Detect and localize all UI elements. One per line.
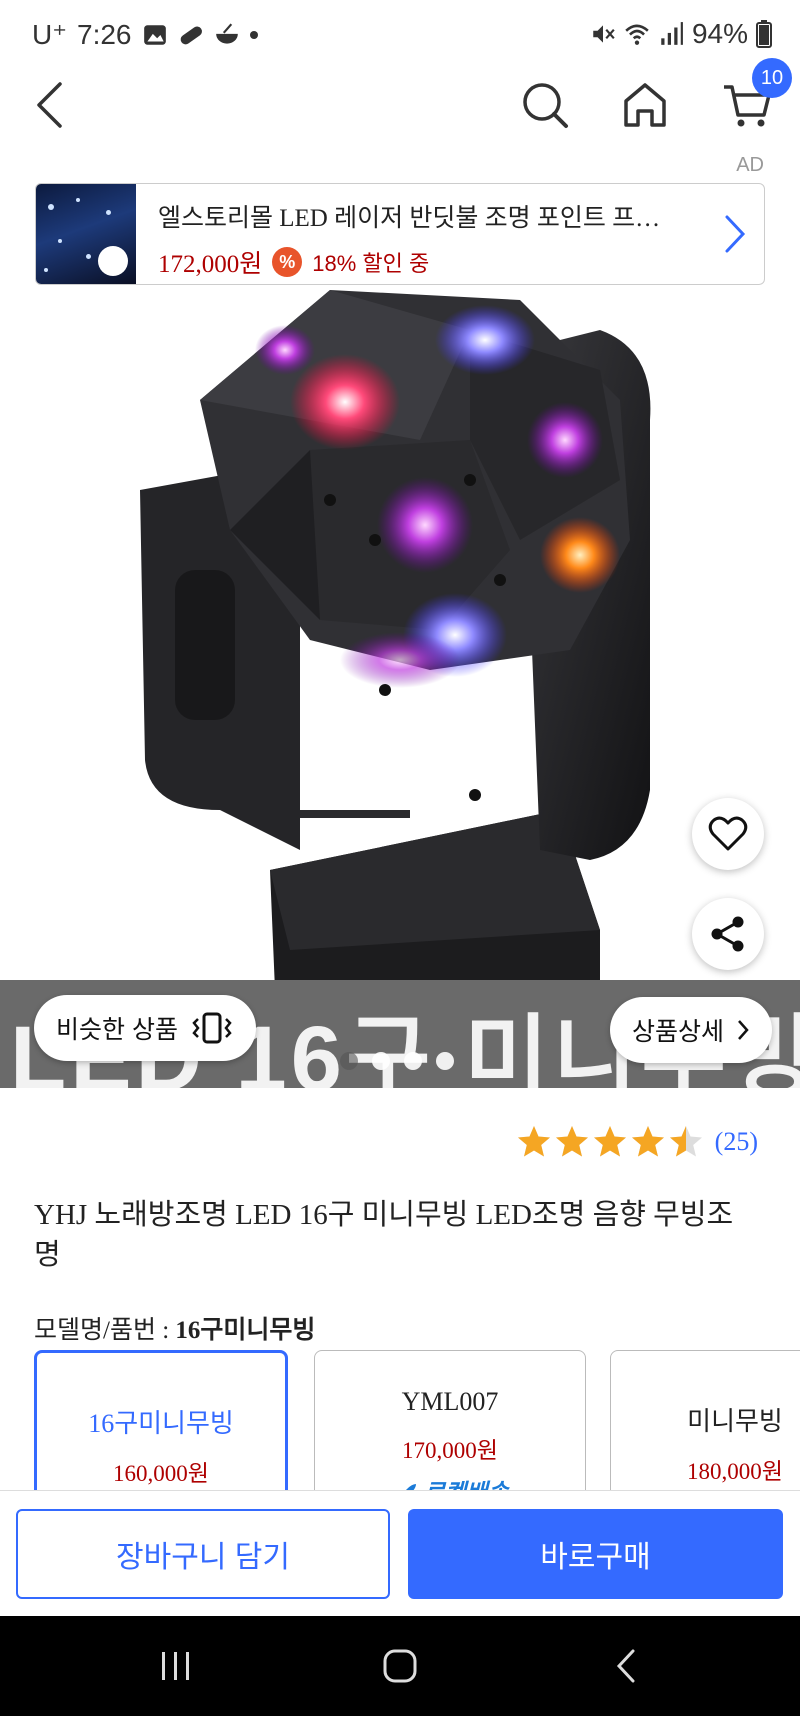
option-name: YML007 <box>401 1387 499 1416</box>
heart-icon <box>708 816 748 851</box>
status-bar: U⁺ 7:26 94% <box>0 0 800 70</box>
star-rating <box>517 1125 703 1159</box>
star-icon <box>555 1126 588 1157</box>
star-icon <box>517 1126 550 1157</box>
action-bar: 장바구니 담기 바로구매 <box>0 1490 800 1616</box>
option-list: 16구미니무빙 160,000원 YML007 170,000원 로켓배송 미니… <box>34 1350 800 1490</box>
mute-icon <box>593 25 615 43</box>
chevron-right-icon <box>725 215 746 253</box>
similar-products-label: 비슷한 상품 <box>56 1016 178 1044</box>
product-detail-label: 상품상세 <box>632 1018 725 1046</box>
image-pager <box>340 1052 454 1070</box>
signal-icon <box>661 22 683 45</box>
home-icon <box>624 83 666 127</box>
product-title: YHJ 노래방조명 LED 16구 미니무빙 LED조명 음향 무빙조명 <box>34 1199 734 1271</box>
option-name: 미니무빙 <box>687 1407 783 1436</box>
system-nav-bar <box>0 1616 800 1716</box>
model-row: 모델명/품번 : 16구미니무빙 <box>34 1310 315 1346</box>
pager-dot[interactable] <box>404 1052 422 1070</box>
ad-title: 엘스토리몰 LED 레이저 반딧불 조명 포인트 프… <box>158 205 661 232</box>
option-price: 180,000원 <box>687 1459 783 1484</box>
share-icon <box>711 916 744 952</box>
buy-now-button[interactable]: 바로구매 <box>408 1509 783 1599</box>
option-card[interactable]: 미니무빙 180,000원 <box>610 1350 800 1490</box>
discount-icon: % <box>272 247 303 277</box>
pager-dot[interactable] <box>340 1052 358 1070</box>
search-icon <box>523 83 568 128</box>
clock: 7:26 <box>77 18 132 50</box>
option-card[interactable]: 16구미니무빙 160,000원 <box>34 1350 288 1490</box>
rocket-delivery-badge: 로켓배송 <box>315 1473 585 1490</box>
wishlist-button[interactable] <box>692 798 764 870</box>
recent-apps-button[interactable] <box>146 1644 206 1688</box>
star-icon <box>631 1126 664 1157</box>
option-card[interactable]: YML007 170,000원 로켓배송 <box>314 1350 586 1490</box>
pill-icon <box>180 26 202 44</box>
share-button[interactable] <box>692 898 764 970</box>
back-icon <box>37 82 62 128</box>
ad-price-row: 172,000원 % 18% 할인 중 <box>158 244 688 280</box>
star-icon <box>669 1126 702 1157</box>
home-button[interactable] <box>610 70 680 140</box>
model-label: 모델명/품번 : <box>34 1317 176 1344</box>
chevron-right-icon <box>738 1020 749 1040</box>
vibrate-icon <box>192 1012 232 1044</box>
ad-banner[interactable]: 엘스토리몰 LED 레이저 반딧불 조명 포인트 프… 172,000원 % 1… <box>35 183 765 285</box>
ad-thumbnail <box>36 184 136 284</box>
option-price: 170,000원 <box>402 1438 498 1463</box>
similar-products-button[interactable]: 비슷한 상품 <box>34 995 256 1061</box>
rocket-icon <box>406 1483 417 1490</box>
option-name: 16구미니무빙 <box>88 1409 234 1438</box>
back-nav-button[interactable] <box>596 1644 656 1688</box>
product-photo <box>140 290 651 1080</box>
status-left: U⁺ 7:26 <box>32 18 258 51</box>
home-circle-icon <box>383 1649 417 1683</box>
recent-apps-icon <box>162 1652 189 1680</box>
product-detail-button[interactable]: 상품상세 <box>610 997 773 1063</box>
model-value: 16구미니무빙 <box>175 1317 316 1344</box>
star-icon <box>593 1126 626 1157</box>
top-nav: 10 <box>0 58 800 180</box>
ad-text: 엘스토리몰 LED 레이저 반딧불 조명 포인트 프… 172,000원 % 1… <box>158 198 688 280</box>
battery-percent: 94% <box>691 18 748 49</box>
battery-icon <box>756 20 772 48</box>
product-image[interactable] <box>0 290 800 1080</box>
add-to-cart-button[interactable]: 장바구니 담기 <box>16 1509 390 1599</box>
carrier-label: U⁺ <box>32 19 67 50</box>
ad-discount: 18% 할인 중 <box>312 251 430 276</box>
home-nav-button[interactable] <box>370 1644 430 1688</box>
back-arrow-icon <box>616 1649 635 1683</box>
cart-button[interactable]: 10 <box>712 58 792 140</box>
search-button[interactable] <box>510 70 580 140</box>
pager-dot[interactable] <box>372 1052 390 1070</box>
ad-label: AD <box>736 154 764 176</box>
back-button[interactable] <box>14 70 84 140</box>
more-dot-icon <box>249 30 258 39</box>
rating[interactable]: (25) <box>517 1125 758 1159</box>
review-count: (25) <box>714 1127 758 1156</box>
cart-badge: 10 <box>752 58 792 98</box>
wifi-icon <box>625 24 649 45</box>
status-right: 94% <box>590 18 772 50</box>
option-price: 160,000원 <box>113 1461 209 1486</box>
rocket-label: 로켓배송 <box>424 1479 509 1490</box>
gallery-icon <box>143 24 166 45</box>
ad-price: 172,000원 <box>158 251 263 278</box>
pager-dot[interactable] <box>436 1052 454 1070</box>
bowl-icon <box>215 22 238 44</box>
